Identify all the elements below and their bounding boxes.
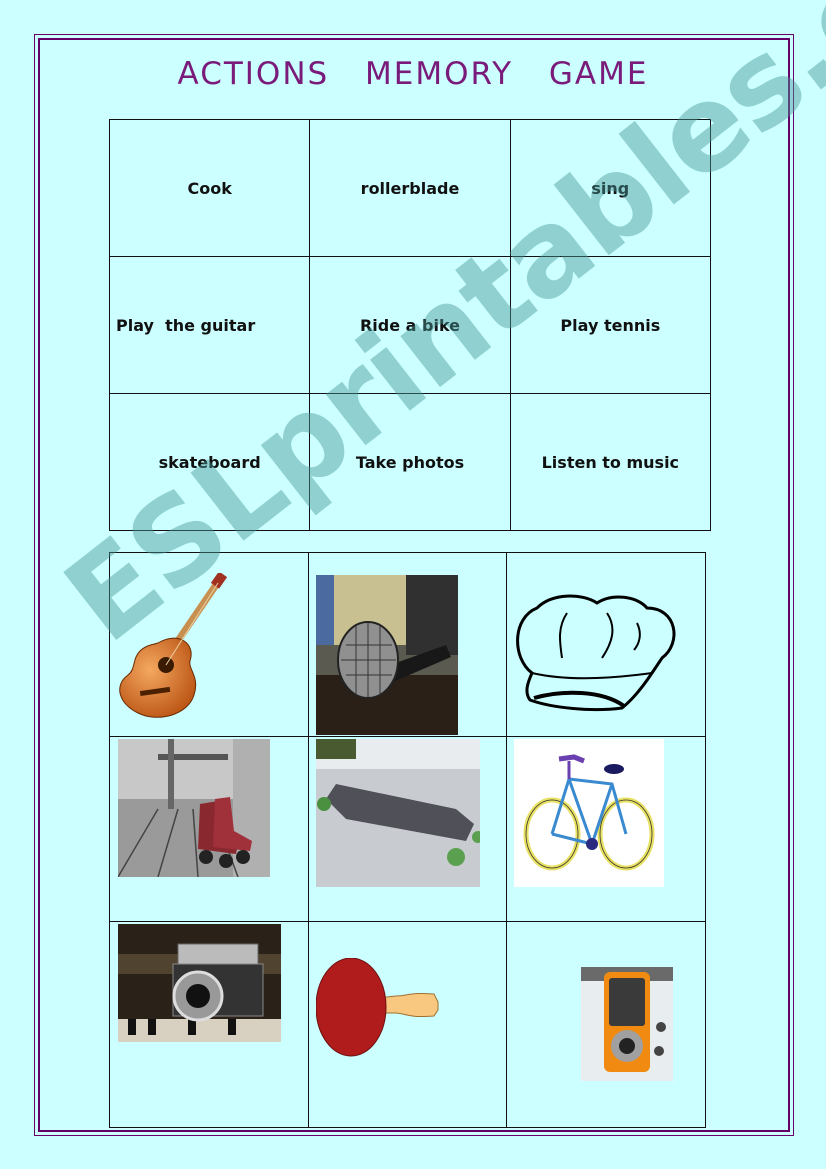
chef-hat-image (516, 594, 676, 712)
word-card[interactable]: Play tennis (509, 256, 712, 394)
word-cards-table: Cook rollerblade sing Play the guitar Ri… (108, 119, 712, 531)
picture-card[interactable] (307, 736, 508, 922)
word-row: skateboard Take photos Listen to music (108, 393, 712, 531)
picture-row (109, 736, 706, 922)
picture-card[interactable] (307, 552, 508, 737)
picture-card[interactable] (307, 921, 508, 1128)
picture-card[interactable] (506, 552, 706, 737)
picture-row (109, 921, 706, 1128)
word-card[interactable]: skateboard (108, 393, 311, 531)
bicycle-image (514, 739, 665, 887)
skateboard-image (315, 739, 480, 887)
word-card[interactable]: sing (509, 119, 712, 257)
word-card[interactable]: Take photos (309, 393, 511, 531)
picture-row (109, 552, 706, 737)
word-card[interactable]: Cook (108, 119, 311, 257)
microphone-image (315, 575, 458, 735)
word-card[interactable]: rollerblade (309, 119, 511, 257)
word-row: Play the guitar Ride a bike Play tennis (108, 256, 712, 394)
word-card[interactable]: Play the guitar (108, 256, 311, 394)
roller-skates-image (118, 739, 270, 877)
picture-cards-table (109, 552, 706, 1128)
mp3-player-image (581, 967, 674, 1081)
page-title: ACTIONS MEMORY GAME (177, 56, 649, 92)
picture-card[interactable] (109, 736, 309, 922)
picture-card[interactable] (506, 736, 706, 922)
word-row: Cook rollerblade sing (108, 119, 712, 257)
picture-card[interactable] (109, 921, 309, 1128)
picture-card[interactable] (109, 552, 309, 737)
camera-image (118, 924, 281, 1042)
picture-card[interactable] (506, 921, 706, 1128)
ping-pong-paddle-image (315, 958, 439, 1057)
guitar-image (119, 573, 228, 718)
word-card[interactable]: Listen to music (509, 393, 712, 531)
word-card[interactable]: Ride a bike (309, 256, 511, 394)
